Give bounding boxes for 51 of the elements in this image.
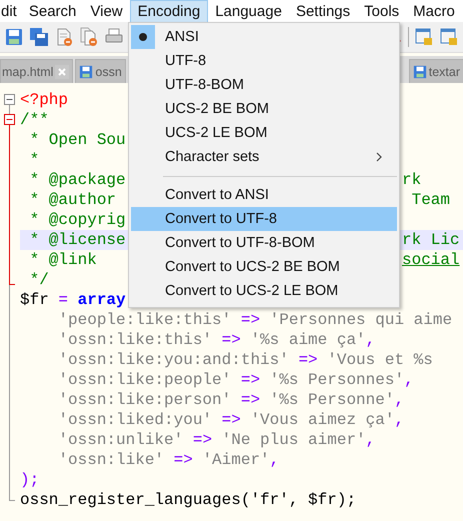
code-text: =>: [172, 450, 194, 470]
code-text: 'ossn:unlike': [57, 430, 184, 450]
code-text: ossn_register_languages('fr', $fr);: [20, 490, 356, 510]
code-text: '%s Personne': [270, 390, 394, 410]
code-text: 'ossn:like:people': [57, 370, 232, 390]
code-text: =>: [220, 330, 242, 350]
code-text: 'Vous aimez ça': [250, 410, 394, 430]
code-text: =>: [240, 370, 262, 390]
code-text: * Open Sou: [28, 130, 126, 150]
code-text: *: [28, 150, 40, 170]
code-text: ,: [270, 450, 280, 470]
code-text: 'ossn:liked:you': [57, 410, 212, 430]
code-text: 'ossn:like:this': [57, 330, 212, 350]
code-text: =: [57, 290, 70, 310]
code-text: <?php: [20, 90, 68, 110]
code-text: $fr: [20, 290, 49, 310]
code-text: ,: [394, 410, 404, 430]
code-text: '%s Personnes': [270, 370, 404, 390]
code-text: 'Ne plus aimer': [222, 430, 366, 450]
code-text: =>: [220, 410, 242, 430]
code-text: array: [78, 290, 126, 310]
code-text: 'ossn:like:you:and:this': [57, 350, 289, 370]
code-text: 'Vous et %s: [327, 350, 433, 370]
code-text: */: [28, 270, 49, 290]
code-text: 'ossn:like:person': [57, 390, 232, 410]
code-text: =>: [297, 350, 319, 370]
code-text: 'Personnes qui aime: [270, 310, 452, 330]
code-text: '%s aime ça': [250, 330, 366, 350]
code-text: /**: [20, 110, 49, 130]
code-text: 'ossn:like': [57, 450, 164, 470]
code-text: Team: [410, 190, 450, 210]
code-text: 'Aimer': [202, 450, 270, 470]
code-text: * @package: [28, 170, 126, 190]
code-text: =>: [240, 310, 262, 330]
tab-label: textar: [428, 64, 460, 78]
code-text: ,: [366, 330, 376, 350]
code-text: =>: [192, 430, 214, 450]
code-text: ,: [404, 370, 414, 390]
code-text: );: [20, 470, 40, 490]
code-text: * @copyrig: [28, 210, 126, 230]
tab-label: map.html: [2, 64, 54, 78]
tab-label: ossn: [95, 64, 122, 78]
code-text: rk Lic: [402, 230, 460, 250]
code-text: =>: [240, 390, 262, 410]
code-text: ,: [366, 430, 376, 450]
code-text: * @author: [28, 190, 116, 210]
code-text: rk: [402, 170, 422, 190]
code-text: * @license: [28, 230, 126, 250]
code-text: ,: [394, 390, 404, 410]
code-text: * @link: [28, 250, 97, 270]
code-text: 'people:like:this': [57, 310, 232, 330]
